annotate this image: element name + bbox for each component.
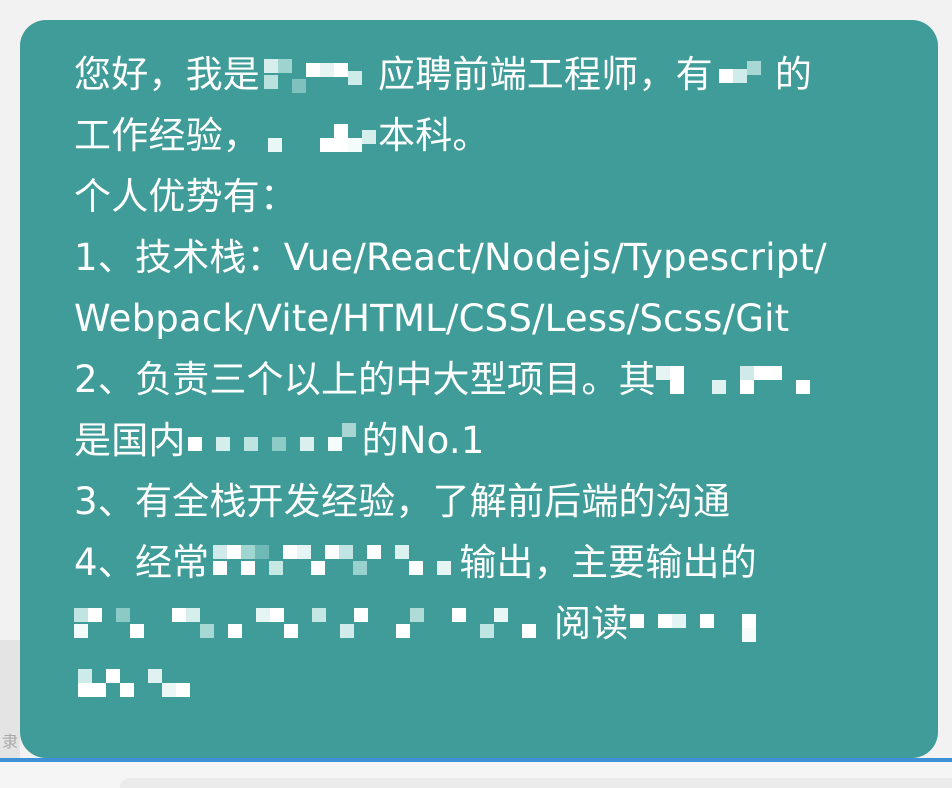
message-text: 个人优势有：: [74, 175, 298, 218]
message-text: 3、有全栈开发经验，了解前后端的沟通: [74, 480, 731, 523]
message-text: 阅读: [554, 602, 629, 645]
message-bubble[interactable]: 您好，我是 应聘前端工程师，有 的 工作经验， 本科。 个人优势有： 1、技术栈…: [20, 20, 938, 758]
message-text: 1、技术栈：Vue/React/Nodejs/Typescript/: [74, 236, 827, 279]
redacted-mosaic: [260, 118, 378, 158]
left-edge-text: 隶: [2, 732, 19, 751]
redacted-mosaic: [655, 362, 826, 402]
redacted-mosaic: [74, 667, 194, 707]
message-line: 2、负责三个以上的中大型项目。其: [74, 349, 938, 410]
message-text: 工作经验，: [74, 114, 260, 157]
message-text: 是国内: [74, 419, 186, 462]
message-line: 您好，我是 应聘前端工程师，有 的: [74, 44, 938, 105]
message-text: 2、负责三个以上的中大型项目。其: [74, 358, 656, 401]
message-line: 工作经验， 本科。: [74, 105, 938, 166]
message-text: 输出，主要输出的: [459, 541, 757, 584]
chat-screen: 隶 您好，我是 应聘前端工程师，有 的 工作经验， 本科。 个人优势有： 1、技…: [0, 0, 952, 788]
message-line: [74, 654, 938, 715]
message-line: Webpack/Vite/HTML/CSS/Less/Scss/Git: [74, 288, 938, 349]
message-input-box[interactable]: [120, 778, 952, 788]
message-text: 应聘前端工程师，有: [378, 53, 713, 96]
redacted-mosaic: [209, 544, 459, 585]
message-line: 4、经常 输出，主要输出的: [74, 532, 938, 593]
message-text: 的No.1: [361, 419, 485, 462]
redacted-mosaic: [186, 422, 362, 463]
redacted-mosaic: [74, 606, 554, 646]
redacted-mosaic: [713, 57, 775, 97]
message-line: 个人优势有：: [74, 166, 938, 227]
message-text: Webpack/Vite/HTML/CSS/Less/Scss/Git: [74, 297, 790, 340]
message-line: 3、有全栈开发经验，了解前后端的沟通: [74, 471, 938, 532]
message-text: 您好，我是: [74, 53, 260, 96]
message-text: 的: [774, 53, 813, 96]
message-text: 4、经常: [74, 541, 210, 584]
redacted-mosaic: [260, 57, 378, 97]
message-line: 是国内 的No.1: [74, 410, 938, 471]
redacted-mosaic: [628, 606, 768, 646]
message-line: 阅读: [74, 593, 938, 654]
message-text: 本科。: [378, 114, 490, 157]
message-line: 1、技术栈：Vue/React/Nodejs/Typescript/: [74, 227, 938, 288]
